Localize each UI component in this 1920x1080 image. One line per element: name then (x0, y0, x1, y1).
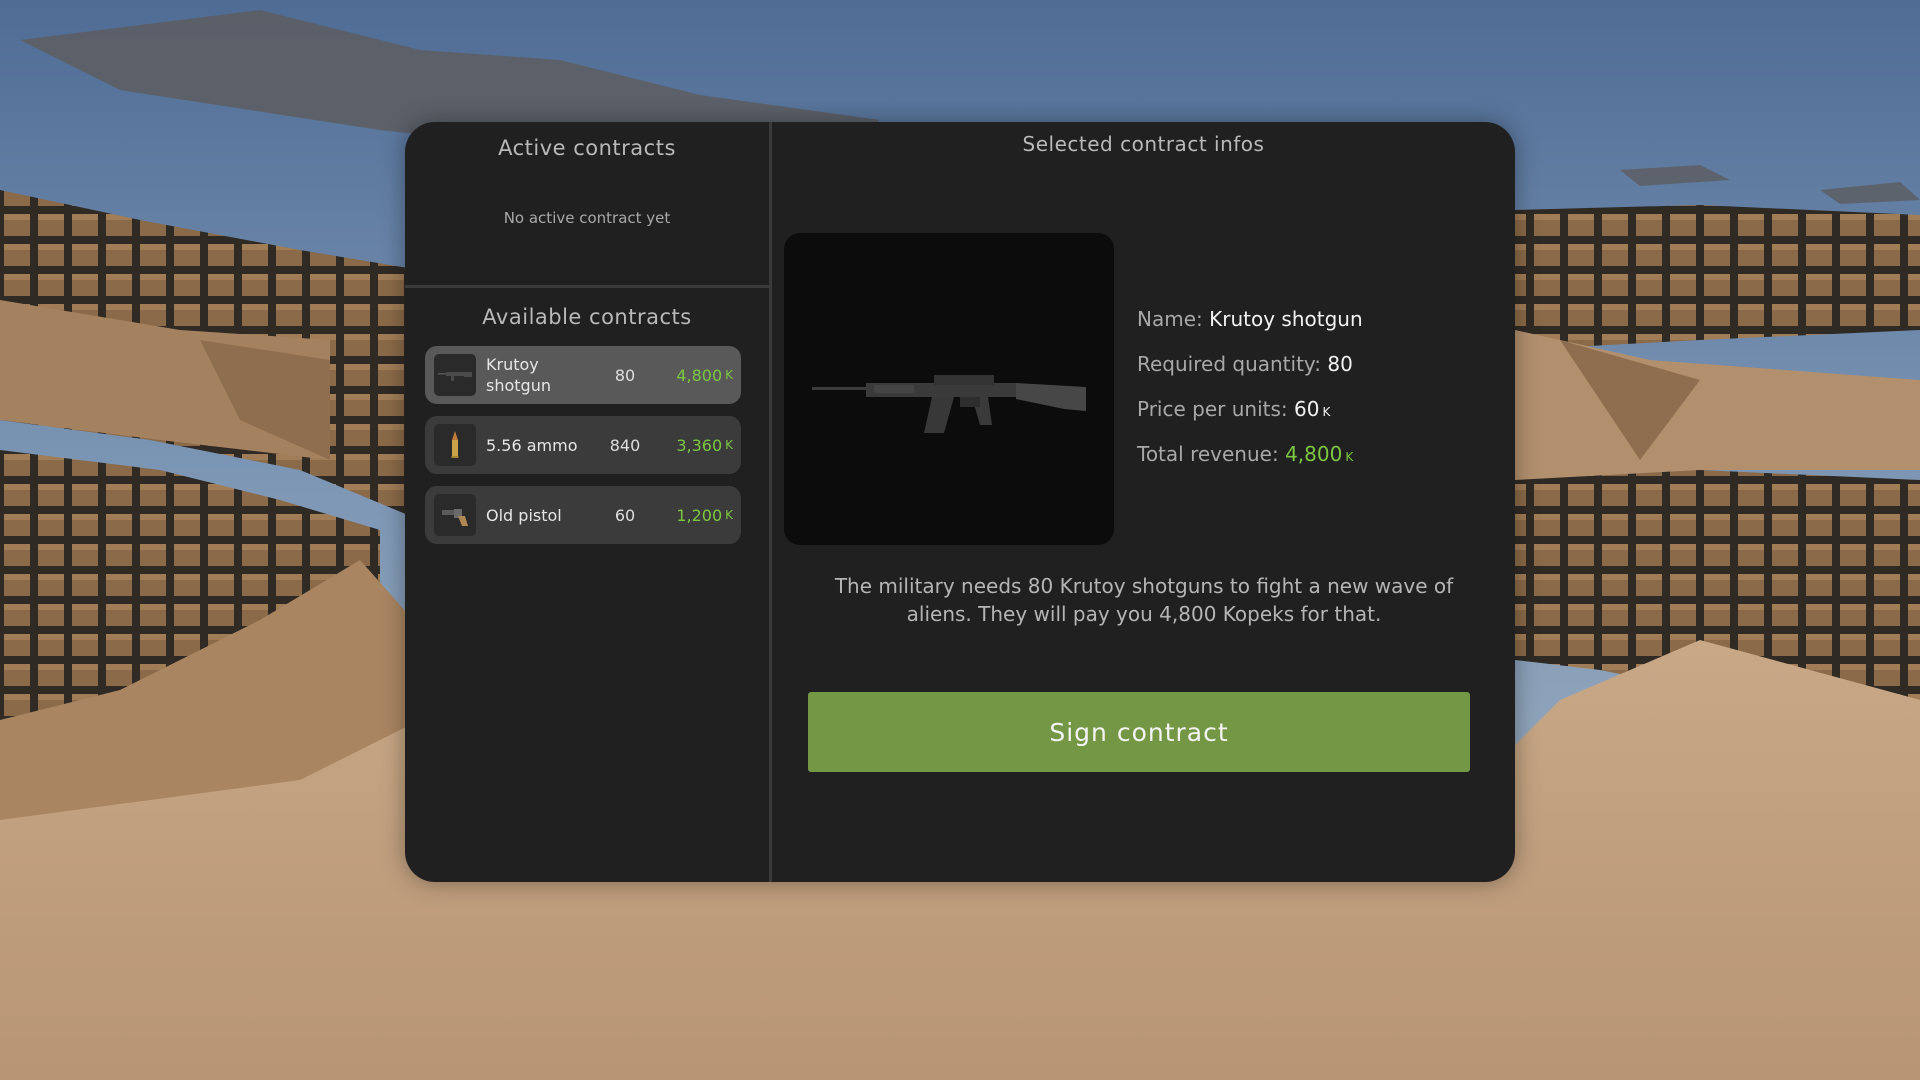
info-quantity-value: 80 (1327, 352, 1353, 376)
info-price: Price per units: 60 K (1137, 397, 1330, 421)
contract-item-old-pistol[interactable]: Old pistol 60 1,200 K (425, 486, 741, 544)
shotgun-icon (434, 354, 476, 396)
contract-quantity: 60 (614, 505, 636, 525)
info-revenue: Total revenue: 4,800 K (1137, 442, 1353, 466)
info-quantity-label: Required quantity: (1137, 352, 1322, 376)
contract-price: 4,800 K (676, 346, 733, 404)
contracts-panel: Active contracts No active contract yet … (405, 122, 1515, 882)
currency-k: K (725, 368, 733, 382)
item-preview (784, 233, 1114, 545)
info-price-label: Price per units: (1137, 397, 1288, 421)
info-revenue-value: 4,800 (1285, 442, 1343, 466)
contract-quantity: 80 (614, 365, 636, 385)
contract-name: 5.56 ammo (486, 435, 578, 455)
currency-k: K (1322, 405, 1331, 419)
contract-price-value: 4,800 (676, 365, 723, 385)
contract-name: Krutoy shotgun (486, 355, 551, 395)
contract-price-value: 1,200 (676, 505, 723, 525)
contracts-list-column: Active contracts No active contract yet … (405, 122, 769, 882)
info-revenue-label: Total revenue: (1137, 442, 1279, 466)
contract-price: 3,360 K (676, 416, 733, 474)
info-quantity: Required quantity: 80 (1137, 352, 1353, 376)
sign-contract-button[interactable]: Sign contract (808, 692, 1470, 772)
contract-quantity: 840 (609, 435, 641, 455)
active-contracts-title: Active contracts (498, 136, 676, 160)
contract-item-krutoy-shotgun[interactable]: Krutoy shotgun 80 4,800 K (425, 346, 741, 404)
currency-k: K (1345, 450, 1354, 464)
contract-price-value: 3,360 (676, 435, 723, 455)
info-name-value: Krutoy shotgun (1209, 307, 1363, 331)
currency-k: K (725, 508, 733, 522)
available-contracts-title: Available contracts (482, 305, 692, 329)
selected-contract-column: Selected contract infos Name: Krutoy sho… (772, 122, 1515, 882)
bullet-icon (434, 424, 476, 466)
section-divider (405, 285, 769, 288)
shotgun-preview-icon (812, 375, 1086, 433)
info-price-value: 60 (1294, 397, 1320, 421)
contract-description: The military needs 80 Krutoy shotguns to… (834, 574, 1454, 626)
selected-contract-title: Selected contract infos (1022, 132, 1265, 156)
info-name-label: Name: (1137, 307, 1203, 331)
active-contracts-empty-text: No active contract yet (503, 209, 671, 227)
currency-k: K (725, 438, 733, 452)
contract-name: Old pistol (486, 505, 562, 525)
info-name: Name: Krutoy shotgun (1137, 307, 1363, 331)
contract-item-556-ammo[interactable]: 5.56 ammo 840 3,360 K (425, 416, 741, 474)
pistol-icon (434, 494, 476, 536)
contract-price: 1,200 K (676, 486, 733, 544)
